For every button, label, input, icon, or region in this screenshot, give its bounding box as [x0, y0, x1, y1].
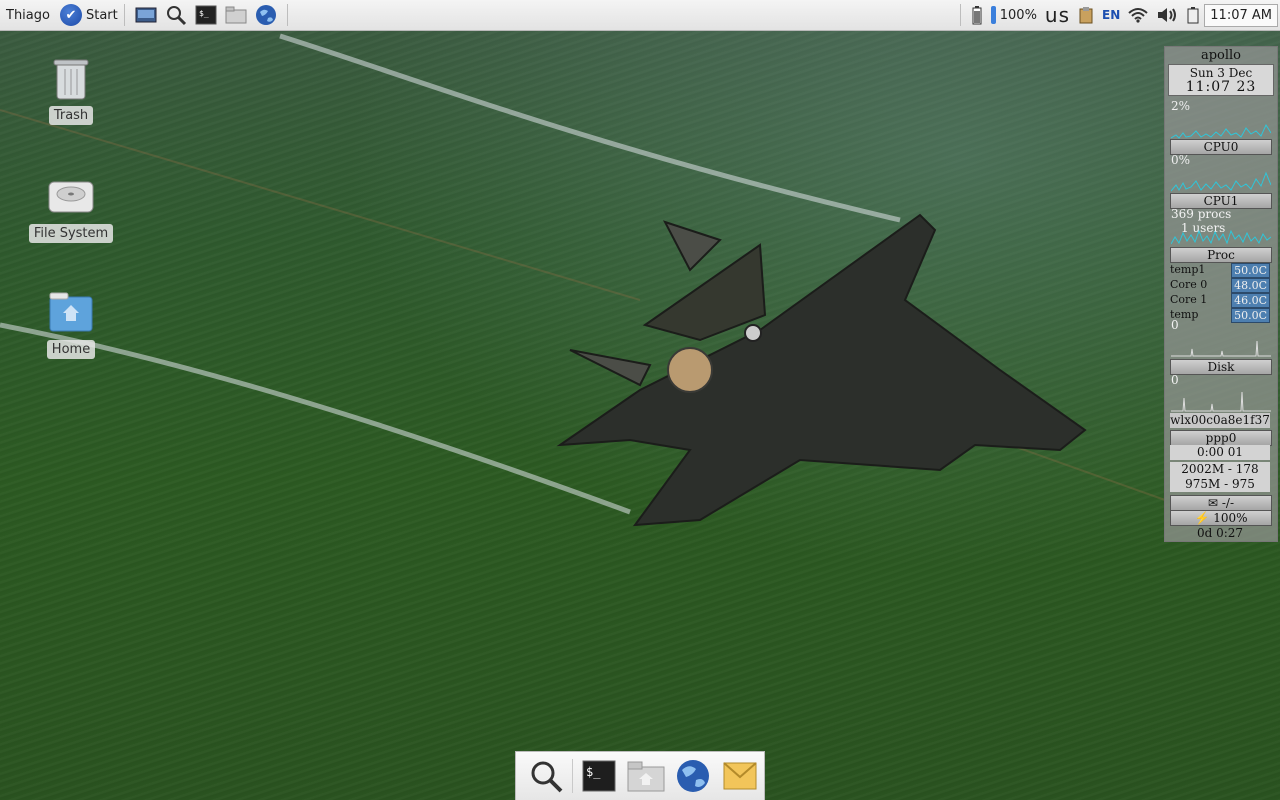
show-desktop-icon[interactable]: [134, 3, 158, 27]
swap-usage: 975M - 975: [1170, 477, 1270, 492]
mail-icon: ✉: [1207, 496, 1219, 510]
cpu0-graph: [1171, 123, 1271, 139]
wifi-icon[interactable]: [1128, 7, 1148, 23]
time: 11:07 23: [1185, 79, 1257, 95]
temperature-row: temp 50.0C: [1170, 308, 1270, 323]
trash-icon: [47, 54, 95, 102]
desktop-icon-label: File System: [28, 224, 114, 243]
disk-label: Disk: [1170, 359, 1272, 375]
temperature-list: temp1 50.0C Core 0 48.0C Core 1 46.0C temp 5…: [1170, 263, 1270, 323]
web-browser-icon[interactable]: [674, 756, 713, 796]
keyboard-layout[interactable]: us: [1045, 3, 1070, 27]
clipboard-icon[interactable]: [1078, 6, 1094, 24]
battery-level-bar: [990, 6, 996, 24]
terminal-icon[interactable]: $_: [194, 3, 218, 27]
svg-text:$_: $_: [199, 9, 209, 18]
ppp-time: 0:00 01: [1170, 445, 1270, 460]
svg-text:$_: $_: [586, 765, 601, 779]
hostname: apollo: [1200, 48, 1242, 63]
temperature-row: Core 1 46.0C: [1170, 293, 1270, 308]
battery-status: ⚡ 100%: [1170, 510, 1272, 526]
ppp-label: ppp0: [1170, 430, 1272, 446]
battery-status[interactable]: 100%: [990, 6, 1037, 24]
system-monitor-widget: apollo Sun 3 Dec 11:07 23 2% CPU0 0% CPU…: [1164, 46, 1278, 542]
user-name[interactable]: Thiago: [6, 8, 50, 23]
file-manager-icon[interactable]: [627, 756, 666, 796]
battery-icon[interactable]: [971, 5, 983, 25]
input-method[interactable]: EN: [1102, 8, 1120, 22]
battery-plug-icon: ⚡: [1194, 511, 1210, 525]
dock: $_: [515, 751, 765, 800]
system-tray: 100% us EN 11:07 AM: [954, 0, 1280, 30]
start-button[interactable]: ✔ Start: [59, 4, 118, 26]
date: Sun 3 Dec: [1189, 66, 1253, 80]
desktop-wallpaper: [0, 0, 1280, 800]
mail-status: ✉ -/-: [1170, 495, 1272, 511]
search-icon[interactable]: [164, 3, 188, 27]
memory-usage: 2002M - 178: [1170, 462, 1270, 477]
search-icon[interactable]: [526, 756, 565, 796]
desktop-icon-home[interactable]: Home: [21, 288, 121, 359]
net-graph: [1171, 391, 1271, 412]
cpu1-graph: [1171, 171, 1271, 192]
home-folder-icon: [47, 288, 95, 336]
net-interface: wlx00c0a8e1f37: [1170, 413, 1270, 428]
terminal-icon[interactable]: $_: [580, 756, 619, 796]
file-manager-icon[interactable]: [224, 3, 248, 27]
drive-icon: [47, 172, 95, 220]
panel-separator: [959, 4, 961, 26]
proc-label: Proc: [1170, 247, 1272, 263]
temperature-row: Core 0 48.0C: [1170, 278, 1270, 293]
uptime: 0d 0:27: [1196, 526, 1244, 540]
desktop-icon-label: Home: [46, 340, 96, 359]
panel-separator: [286, 4, 288, 26]
web-browser-icon[interactable]: [254, 3, 278, 27]
dock-separator: [572, 759, 573, 793]
disk-graph: [1171, 340, 1271, 357]
power-icon[interactable]: [1186, 5, 1200, 25]
top-panel: Thiago ✔ Start $_ 100% us EN 11:07 AM: [0, 0, 1280, 31]
start-logo-icon: ✔: [59, 4, 82, 26]
desktop-icon-file-system[interactable]: File System: [21, 172, 121, 243]
mail-icon[interactable]: [721, 756, 760, 796]
jet-image: [556, 213, 1087, 527]
temperature-row: temp1 50.0C: [1170, 263, 1270, 278]
desktop-icon-trash[interactable]: Trash: [21, 54, 121, 125]
datetime-box: Sun 3 Dec 11:07 23: [1168, 64, 1274, 96]
clock[interactable]: 11:07 AM: [1204, 3, 1278, 27]
start-label: Start: [85, 7, 118, 23]
panel-separator: [123, 4, 125, 26]
proc-graph: [1171, 229, 1271, 245]
desktop-icon-label: Trash: [48, 106, 94, 125]
mail-count: -/-: [1221, 496, 1235, 510]
battery-percent: 100%: [1213, 511, 1248, 525]
battery-percent: 100%: [999, 7, 1037, 23]
volume-icon[interactable]: [1156, 6, 1178, 24]
